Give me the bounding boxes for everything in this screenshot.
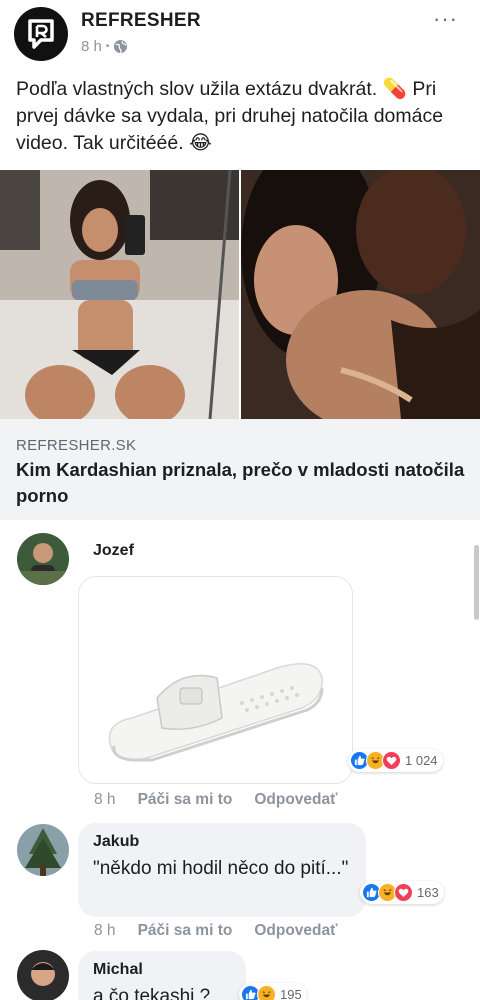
- refresher-logo-icon: [28, 19, 54, 49]
- comment-actions: 8 h Páči sa mi to Odpovedať: [94, 791, 338, 809]
- reaction-summary[interactable]: 163: [360, 881, 444, 904]
- more-options-icon[interactable]: ···: [433, 6, 458, 32]
- avatar[interactable]: [17, 533, 69, 585]
- page-name[interactable]: REFRESHER: [81, 10, 201, 32]
- like-comment-button[interactable]: Páči sa mi to: [138, 791, 233, 809]
- comment-author[interactable]: Jozef: [93, 542, 134, 560]
- reply-button[interactable]: Odpovedať: [254, 791, 337, 809]
- like-comment-button[interactable]: Páči sa mi to: [138, 922, 233, 940]
- love-icon: [382, 751, 401, 770]
- link-title[interactable]: Kim Kardashian priznala, prečo v mladost…: [16, 457, 466, 509]
- page-avatar[interactable]: [14, 7, 68, 61]
- comment-time[interactable]: 8 h: [94, 791, 116, 809]
- post-image-right[interactable]: [241, 170, 480, 419]
- comment-text: "někdo mi hodil něco do pití...": [93, 858, 349, 879]
- globe-icon: [114, 39, 128, 54]
- post-time[interactable]: 8 h: [81, 38, 102, 55]
- facebook-post: REFRESHER 8 h • ··· Podľa vlastných slov…: [0, 0, 480, 1000]
- link-domain: REFRESHER.SK: [16, 437, 137, 454]
- reaction-summary[interactable]: 1 024: [348, 749, 443, 772]
- scrollbar[interactable]: [474, 545, 479, 620]
- reaction-count: 163: [417, 885, 439, 900]
- slipper-sticker-image[interactable]: [102, 648, 327, 766]
- comment-text: a čo tekashi ?: [93, 986, 211, 1000]
- avatar[interactable]: [17, 950, 69, 1000]
- haha-icon: [257, 985, 276, 1000]
- avatar[interactable]: [17, 824, 69, 876]
- reply-button[interactable]: Odpovedať: [254, 922, 337, 940]
- post-image-left[interactable]: [0, 170, 239, 419]
- post-header: REFRESHER 8 h • ···: [0, 0, 480, 70]
- comment-author[interactable]: Jakub: [93, 833, 139, 851]
- comment-actions: 8 h Páči sa mi to Odpovedať: [94, 922, 338, 940]
- reaction-count: 1 024: [405, 753, 438, 768]
- post-meta: 8 h •: [81, 38, 128, 55]
- reaction-count: 195: [280, 987, 302, 1000]
- meta-separator: •: [105, 41, 110, 52]
- post-text: Podľa vlastných slov užila extázu dvakrá…: [16, 78, 444, 154]
- reaction-summary[interactable]: 195: [239, 983, 307, 1000]
- comment-author[interactable]: Michal: [93, 961, 143, 979]
- love-icon: [394, 883, 413, 902]
- comment-time[interactable]: 8 h: [94, 922, 116, 940]
